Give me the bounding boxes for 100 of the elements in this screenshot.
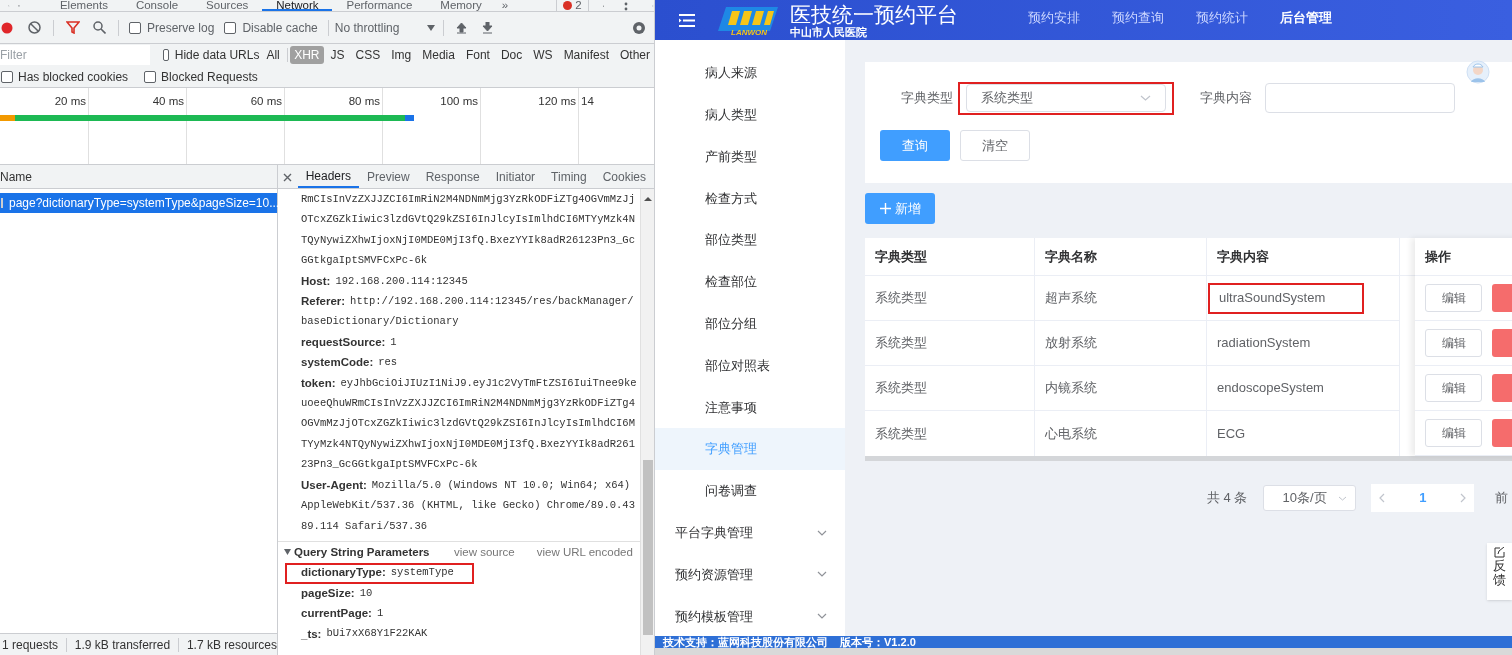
total-count: 共 4 条	[1207, 489, 1248, 508]
type-filter[interactable]: Font	[461, 46, 494, 64]
expand-triangle-icon[interactable]	[284, 549, 291, 556]
checkbox-label: Preserve log	[147, 19, 215, 37]
type-filter[interactable]: CSS	[351, 46, 385, 64]
clear-icon[interactable]	[28, 21, 41, 34]
sidebar-item[interactable]: 检查部位	[655, 261, 845, 303]
type-filter[interactable]: JS	[326, 46, 349, 64]
sidebar-item[interactable]: 产前类型	[655, 135, 845, 178]
header-line: Referer: http://192.168.200.114:12345/res/backManager/baseDictionary/Dictionary	[301, 294, 635, 330]
timeline-tick-label: 80 ms	[347, 94, 381, 106]
logo-text: LANWON	[731, 28, 767, 37]
devtools-tab[interactable]: Performance	[332, 0, 427, 11]
throttling-dropdown[interactable]: No throttling	[334, 18, 435, 37]
type-filter[interactable]: All	[262, 46, 284, 64]
sidebar-item[interactable]: 病人来源	[655, 52, 845, 94]
type-filter[interactable]: Media	[418, 46, 459, 64]
sidebar-item[interactable]: 部位对照表	[655, 344, 845, 387]
content-input[interactable]	[1265, 83, 1455, 113]
filter-icon[interactable]	[66, 21, 80, 34]
edit-icon	[1494, 547, 1505, 558]
edit-button[interactable]: 编辑	[1425, 284, 1482, 312]
type-filter[interactable]: Other	[616, 46, 654, 64]
header-line: token: eyJhbGciOiJIUzI1NiJ9.eyJ1c2VyTmFtZSI6IuiTnee9keuoeeQhuWRmCIsInVzZXJJZCI6ImRiN2M4NDNmMjg3YzRkODFiZTg4OGVmMzJjOTcxZGZkIiwic3lzdGVtQ29kZSI6InJlcyIsImlhdCI6MTYyMzk4NTQyNywiZXhwIjoxNjI0MDE0MjI3fQ.BxezYYIk8adR26123Pn3_GcGGtkgaIptSMVFCxPc-6k	[301, 375, 637, 473]
header-line: requestSource: 1	[301, 334, 398, 350]
nav-tab[interactable]: 后台管理	[1280, 8, 1332, 28]
filter-input[interactable]: Filter	[0, 45, 150, 65]
type-filter[interactable]: Img	[387, 46, 416, 64]
sidebar-item[interactable]: 平台字典管理	[655, 511, 845, 554]
feedback-tab[interactable]: 反馈	[1487, 543, 1512, 600]
sidebar-item[interactable]: 部位类型	[655, 219, 845, 261]
table-cell-text: ECG	[1217, 424, 1246, 443]
download-icon[interactable]	[481, 21, 493, 34]
query-param: currentPage: 1	[301, 606, 384, 622]
more-tabs-button[interactable]: »	[495, 0, 515, 11]
type-filter[interactable]: Doc	[496, 46, 527, 64]
menu-icon[interactable]	[679, 13, 695, 27]
checkbox[interactable]	[144, 70, 157, 83]
header-line: RmCIsInVzZXJJZCI6ImRiN2M4NDNmMjg3YzRkODFiZTg4OGVmMzJjOTcxZGZkIiwic3lzdGVtQ29kZSI6InJlcyIsImlhdCI6MTYyMzk4NTQyNywiZXhwIjoxNjI0MDE0MjI3fQ.BxezYYIk8adR26123Pn3_GcGGtkgaIptSMVFCxPc-6k	[301, 192, 636, 269]
sidebar-item[interactable]: 部位分组	[655, 302, 845, 345]
page-size-select[interactable]: 10条/页	[1263, 485, 1357, 511]
column-header: 字典名称	[1035, 238, 1206, 276]
sidebar-item[interactable]: 检查方式	[655, 177, 845, 220]
type-filter[interactable]: WS	[529, 46, 557, 64]
table-cell-text: 内镜系统	[1045, 379, 1097, 398]
horizontal-scrollbar[interactable]	[655, 648, 1512, 655]
devtools-tab[interactable]: Sources	[192, 0, 263, 11]
view-link[interactable]: view URL encoded	[536, 543, 633, 562]
devtools-tab[interactable]: Memory	[426, 0, 496, 11]
goto-label: 前	[1495, 489, 1509, 508]
checkbox-label: Has blocked cookies	[18, 68, 129, 86]
type-filter[interactable]: Manifest	[559, 46, 613, 64]
checkbox[interactable]	[163, 49, 169, 61]
table-cell-text: 系统类型	[875, 379, 927, 398]
detail-tab[interactable]: Initiator	[487, 166, 544, 188]
devtools-tab[interactable]: Elements	[45, 0, 122, 11]
checkbox[interactable]	[224, 21, 237, 34]
clear-button[interactable]: 清空	[960, 130, 1030, 161]
detail-tab[interactable]: Response	[417, 166, 488, 188]
sidebar-item[interactable]: 病人类型	[655, 93, 845, 136]
timeline-tick-label: 60 ms	[249, 94, 283, 106]
sidebar-item[interactable]: 注意事项	[655, 386, 845, 429]
upload-icon[interactable]	[455, 21, 467, 34]
chevron-down-icon	[1338, 495, 1348, 501]
devtools-tab[interactable]: Console	[121, 0, 193, 11]
checkbox[interactable]	[129, 21, 141, 34]
field-label: 字典内容	[1200, 89, 1253, 108]
query-param: dictionaryType: systemType	[285, 562, 474, 584]
detail-tab[interactable]: Timing	[543, 166, 595, 188]
table-cell-text: 心电系统	[1045, 424, 1097, 443]
timeline-tick-label: 14	[580, 94, 595, 106]
search-icon[interactable]	[93, 21, 106, 34]
edit-button[interactable]: 编辑	[1425, 374, 1482, 402]
detail-tab[interactable]: Cookies	[594, 166, 654, 188]
sidebar-item[interactable]: 问卷调查	[655, 469, 845, 512]
error-count-button[interactable]: 2	[556, 0, 589, 11]
edit-button[interactable]: 编辑	[1425, 419, 1482, 447]
scrollbar[interactable]	[640, 189, 654, 655]
nav-tab[interactable]: 预约统计	[1196, 8, 1248, 28]
checkbox[interactable]	[1, 70, 13, 83]
status-text: 1.9 kB transferred	[74, 636, 171, 654]
more-menu-icon[interactable]	[624, 1, 629, 11]
column-header: Name	[0, 165, 277, 189]
timeline-tick-label: 20 ms	[53, 94, 87, 106]
detail-tab[interactable]: Preview	[359, 166, 418, 188]
header-line: systemCode: res	[301, 355, 399, 371]
sidebar-item[interactable]: 预约资源管理	[655, 553, 845, 596]
status-text: 1.7 kB resources	[186, 636, 277, 654]
table-cell-text: 系统类型	[875, 289, 927, 308]
nav-tab[interactable]: 预约安排	[1028, 8, 1080, 28]
view-link[interactable]: view source	[454, 543, 515, 562]
nav-tab[interactable]: 预约查询	[1112, 8, 1164, 28]
table-cell-text: radiationSystem	[1217, 334, 1311, 353]
type-select[interactable]: 系统类型	[966, 84, 1166, 112]
checkbox-label: Disable cache	[242, 19, 318, 37]
record-button[interactable]	[1, 21, 13, 34]
hospital-name: 中山市人民医院	[790, 25, 868, 38]
detail-tab[interactable]: Headers	[297, 166, 359, 188]
caret-icon	[426, 24, 435, 31]
edit-button[interactable]: 编辑	[1425, 329, 1482, 357]
